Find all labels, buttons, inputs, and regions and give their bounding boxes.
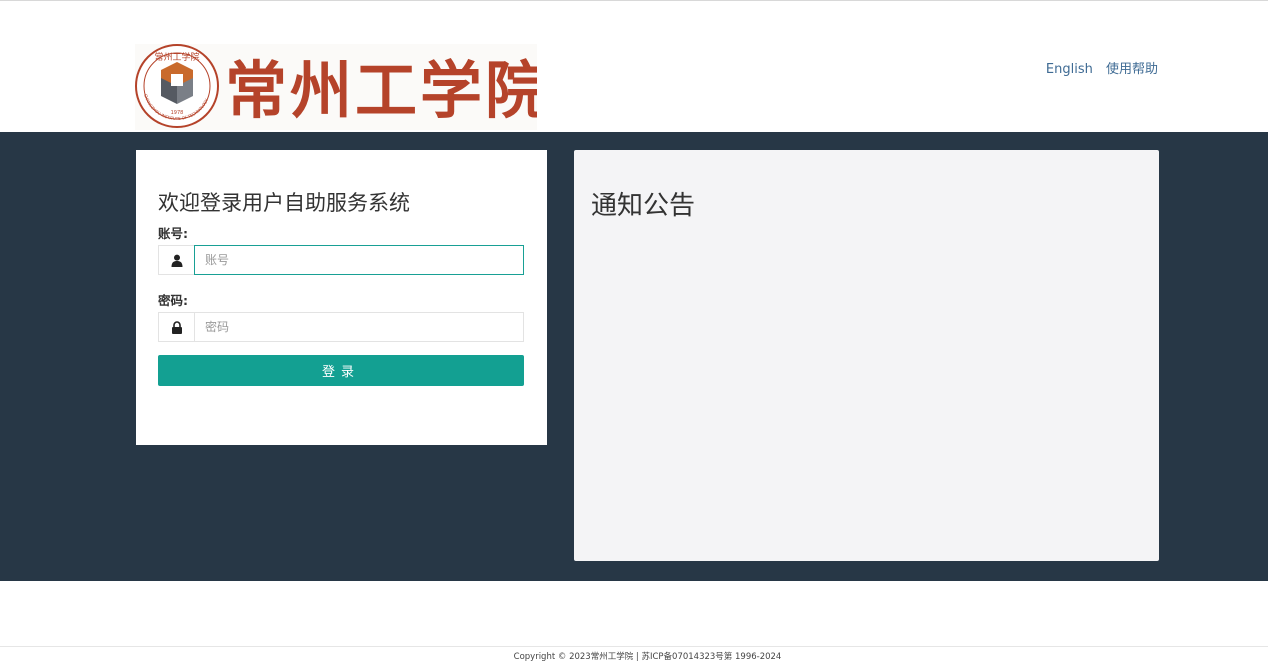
user-icon (158, 245, 194, 275)
password-input-group (158, 312, 524, 342)
account-input[interactable] (194, 245, 524, 275)
college-wordmark: 常州工学院 (225, 54, 537, 127)
top-links: English 使用帮助 (1037, 58, 1158, 77)
footer-divider (0, 646, 1268, 647)
lock-icon (158, 312, 194, 342)
account-label: 账号: (158, 226, 188, 241)
login-title: 欢迎登录用户自助服务系统 (158, 191, 410, 215)
notice-title: 通知公告 (591, 191, 696, 221)
password-label: 密码: (158, 293, 188, 308)
login-panel: 欢迎登录用户自助服务系统 账号: 密码: 登录 (136, 150, 547, 445)
svg-text:常州工学院: 常州工学院 (154, 51, 199, 63)
footer-copyright: Copyright © 2023常州工学院 | 苏ICP备07014323号第 … (513, 652, 782, 662)
college-seal-icon: 常州工学院 1978 CHANGZHOU INSTITUTE OF TECHNO… (135, 44, 219, 128)
login-button[interactable]: 登录 (158, 355, 524, 386)
college-logo[interactable]: 常州工学院 1978 CHANGZHOU INSTITUTE OF TECHNO… (135, 44, 537, 130)
header: 常州工学院 1978 CHANGZHOU INSTITUTE OF TECHNO… (0, 1, 1268, 132)
password-input[interactable] (194, 312, 524, 342)
notice-panel: 通知公告 (574, 150, 1159, 561)
svg-text:1978: 1978 (171, 110, 184, 116)
account-input-group (158, 245, 524, 275)
help-link[interactable]: 使用帮助 (1106, 62, 1158, 77)
english-link[interactable]: English (1046, 62, 1093, 77)
